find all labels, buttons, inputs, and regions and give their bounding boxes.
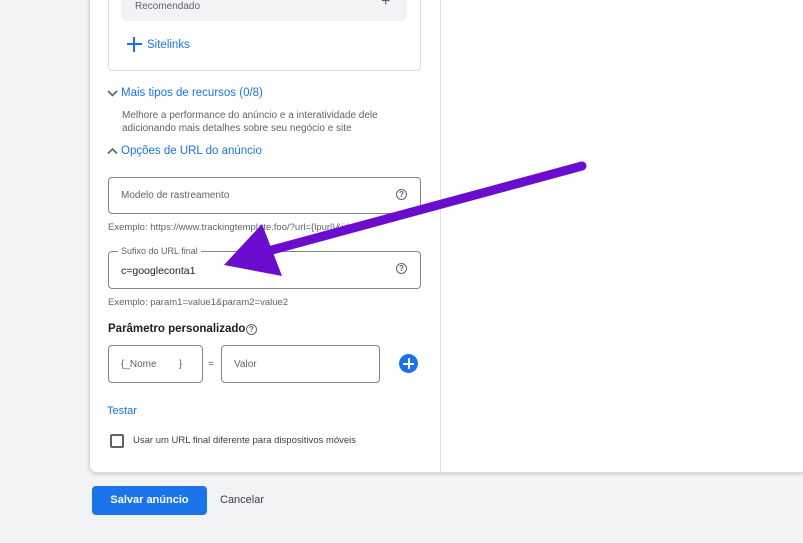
mobile-url-checkbox-label: Usar um URL final diferente para disposi… [133,435,356,446]
url-options-toggle[interactable]: Opções de URL do anúncio [107,145,262,157]
help-icon[interactable]: ? [396,189,407,200]
help-icon[interactable]: ? [396,263,407,274]
chevron-down-icon [107,88,118,98]
recommended-label: Recomendado [135,1,201,12]
tracking-template-hint: Exemplo: https://www.trackingtemplate.fo… [108,222,360,233]
tracking-template-placeholder: Modelo de rastreamento [121,190,230,201]
final-url-suffix-input[interactable]: c=googleconta1 ? [108,251,421,289]
plus-icon [127,37,142,52]
custom-param-title: Parâmetro personalizado [108,323,246,335]
help-icon[interactable]: ? [246,324,257,335]
more-resource-types-description: Melhore a performance do anúncio e a int… [122,110,378,134]
final-url-suffix-label: Sufixo do URL final [118,246,201,256]
tracking-template-input[interactable]: Modelo de rastreamento ? [108,177,421,214]
save-ad-button[interactable]: Salvar anúncio [92,486,207,515]
url-options-label: Opções de URL do anúncio [121,145,262,157]
more-resource-types-toggle[interactable]: Mais tipos de recursos (0/8) [107,87,263,99]
add-circle-icon[interactable] [399,354,418,373]
equals-sign: = [208,359,214,370]
panel-divider [440,0,441,473]
chevron-up-icon [107,146,118,156]
test-link[interactable]: Testar [107,405,137,417]
custom-param-value-placeholder: Valor [234,359,257,370]
recommended-add-icon[interactable]: + [381,0,390,11]
more-resource-types-label: Mais tipos de recursos (0/8) [121,87,263,99]
custom-param-name-input[interactable]: {_Nome } [108,345,203,383]
cancel-button[interactable]: Cancelar [220,494,264,506]
final-url-suffix-value: c=googleconta1 [121,265,196,277]
custom-param-value-input[interactable]: Valor [221,345,380,383]
add-sitelinks-button[interactable]: Sitelinks [127,37,190,52]
mobile-url-checkbox[interactable] [110,434,124,448]
final-url-suffix-hint: Exemplo: param1=value1&param2=value2 [108,297,289,308]
add-sitelinks-label: Sitelinks [147,38,190,51]
custom-param-name-placeholder: {_Nome } [121,359,183,370]
